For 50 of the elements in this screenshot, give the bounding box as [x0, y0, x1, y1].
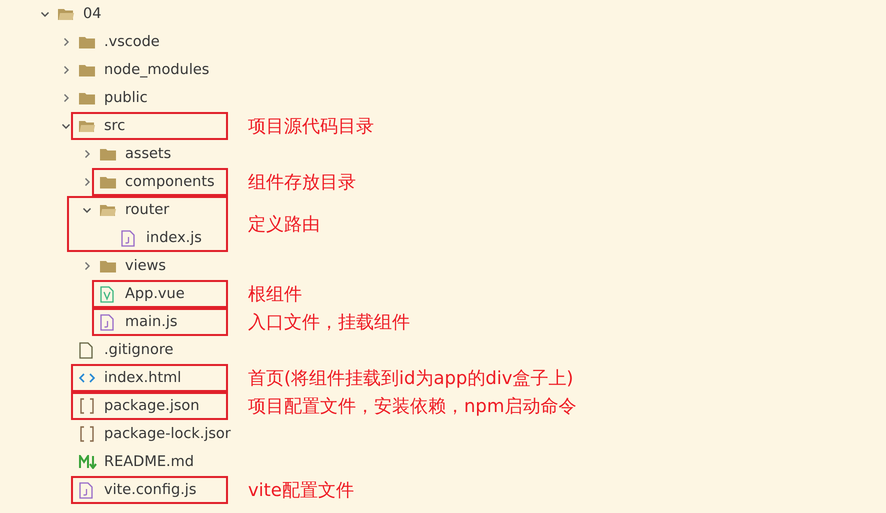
annotation: 项目配置文件，安装依赖，npm启动命令	[248, 395, 576, 418]
file-name[interactable]: vite.config.js	[104, 482, 196, 498]
file-name[interactable]: index.js	[146, 230, 202, 246]
file-name[interactable]: public	[104, 90, 148, 106]
file-name[interactable]: .gitignore	[104, 342, 174, 358]
file-name[interactable]: .vscode	[104, 34, 160, 50]
file-name[interactable]: package.json	[104, 398, 200, 414]
chevron-icon[interactable]	[61, 121, 71, 131]
file-name[interactable]: node_modules	[104, 62, 210, 78]
file-name[interactable]: views	[125, 258, 166, 274]
file-name[interactable]: assets	[125, 146, 172, 162]
chevron-icon[interactable]	[40, 9, 50, 19]
folder-icon	[100, 176, 116, 188]
brackets-icon	[79, 398, 95, 414]
annotation: 组件存放目录	[248, 171, 356, 194]
file-name[interactable]: README.md	[104, 454, 194, 470]
code-icon	[79, 373, 95, 383]
annotation: 项目源代码目录	[248, 115, 374, 138]
chevron-icon[interactable]	[82, 261, 92, 271]
file-name[interactable]: index.html	[104, 370, 182, 386]
annotation: 定义路由	[248, 213, 320, 236]
folder-icon	[79, 92, 95, 104]
file-name[interactable]: main.js	[125, 314, 178, 330]
annotation: 首页(将组件挂载到id为app的div盒子上)	[248, 367, 574, 390]
annotation: vite配置文件	[248, 479, 354, 502]
chevron-icon[interactable]	[61, 93, 71, 103]
file-icon	[79, 482, 93, 498]
folder-icon	[79, 64, 95, 76]
chevron-icon[interactable]	[61, 37, 71, 47]
chevron-icon[interactable]	[82, 149, 92, 159]
markdown-icon	[79, 455, 97, 469]
annotation: 根组件	[248, 283, 302, 306]
annotation: 入口文件，挂载组件	[248, 311, 410, 334]
file-name[interactable]: 04	[83, 6, 102, 22]
folder-icon	[100, 260, 116, 272]
file-name[interactable]: router	[125, 202, 170, 218]
file-icon	[100, 314, 114, 330]
file-name[interactable]: src	[104, 118, 126, 134]
folder-icon	[79, 36, 95, 48]
chevron-icon[interactable]	[82, 177, 92, 187]
file-name[interactable]: components	[125, 174, 215, 190]
chevron-icon[interactable]	[82, 205, 92, 215]
folder-icon	[100, 148, 116, 160]
chevron-icon[interactable]	[61, 65, 71, 75]
file-icon	[121, 230, 135, 246]
file-name[interactable]: App.vue	[125, 286, 185, 302]
vue-file-icon	[100, 286, 114, 302]
file-icon	[79, 342, 93, 358]
file-name[interactable]: package-lock.jsor	[104, 426, 231, 442]
brackets-icon	[79, 426, 95, 442]
